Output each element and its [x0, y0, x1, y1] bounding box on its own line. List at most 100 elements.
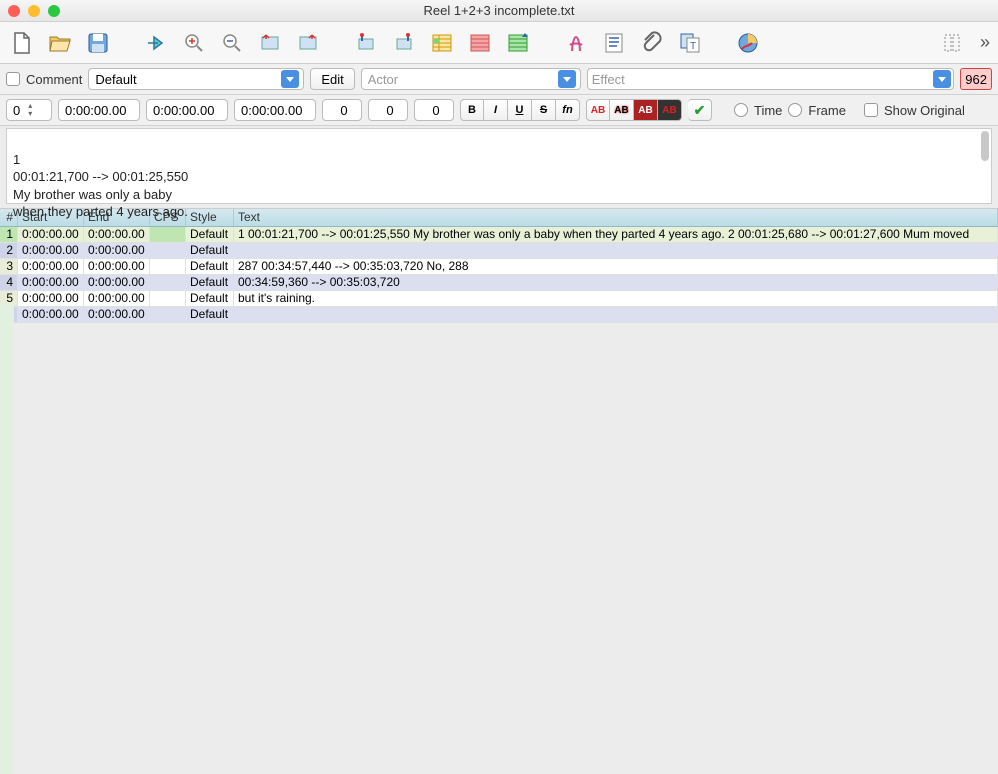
table-cell: 287 00:34:57,440 --> 00:35:03,720 No, 28… [234, 259, 998, 274]
sort-lines-button[interactable] [504, 29, 532, 57]
col-style[interactable]: Style [186, 209, 234, 226]
col-text[interactable]: Text [234, 209, 998, 226]
bold-button[interactable]: B [460, 99, 484, 121]
secondary-color-button[interactable]: AB [610, 99, 634, 121]
subtitle-grid: # Start End CPS Style Text 10:00:00.000:… [0, 208, 998, 323]
close-icon[interactable] [8, 5, 20, 17]
margin-l-input[interactable]: 0 [322, 99, 362, 121]
toolbar-overflow-icon[interactable]: » [980, 32, 990, 53]
table-cell: 0:00:00.00 [18, 259, 84, 274]
window-title: Reel 1+2+3 incomplete.txt [0, 3, 998, 18]
shift-times-button[interactable] [466, 29, 494, 57]
table-row[interactable]: 50:00:00.000:00:00.00Defaultbut it's rai… [0, 291, 998, 307]
timing-row: 0▴▾ 0:00:00.00 0:00:00.00 0:00:00.00 0 0… [0, 95, 998, 126]
toggle-tags-button[interactable] [938, 29, 966, 57]
commit-button[interactable]: ✔ [688, 99, 712, 121]
dropdown-arrow-icon [558, 70, 576, 88]
table-cell: 00:34:59,360 --> 00:35:03,720 [234, 275, 998, 290]
shadow-color-button[interactable]: AB [658, 99, 682, 121]
actor-placeholder: Actor [368, 72, 398, 87]
styles-manager-button[interactable] [600, 29, 628, 57]
edit-row: Comment Default Edit Actor Effect 962 [0, 64, 998, 95]
effect-input[interactable]: Effect [587, 68, 955, 90]
italic-button[interactable]: I [484, 99, 508, 121]
table-cell [234, 243, 998, 258]
table-cell: 2 [0, 243, 18, 258]
outline-color-button[interactable]: AB [634, 99, 658, 121]
table-row[interactable]: 60:00:00.000:00:00.00Default [0, 307, 998, 323]
frame-radio[interactable] [788, 103, 802, 117]
primary-color-button[interactable]: AB [586, 99, 610, 121]
fonts-collector-button[interactable]: T [676, 29, 704, 57]
margin-r-input[interactable]: 0 [368, 99, 408, 121]
layer-input[interactable]: 0▴▾ [6, 99, 52, 121]
table-cell: 0:00:00.00 [18, 227, 84, 242]
end-time-input[interactable]: 0:00:00.00 [146, 99, 228, 121]
table-cell [150, 243, 186, 258]
format-buttons: B I U S fn [460, 99, 580, 121]
time-radio[interactable] [734, 103, 748, 117]
table-row[interactable]: 40:00:00.000:00:00.00Default00:34:59,360… [0, 275, 998, 291]
comment-checkbox[interactable] [6, 72, 20, 86]
table-cell: 0:00:00.00 [18, 275, 84, 290]
snap-start-button[interactable] [352, 29, 380, 57]
table-cell: 0:00:00.00 [84, 307, 150, 322]
left-gutter [0, 304, 14, 774]
window-controls [8, 5, 60, 17]
table-cell: 0:00:00.00 [84, 227, 150, 242]
table-row[interactable]: 30:00:00.000:00:00.00Default287 00:34:57… [0, 259, 998, 275]
duration-input[interactable]: 0:00:00.00 [234, 99, 316, 121]
show-original-label: Show Original [884, 103, 965, 118]
table-row[interactable]: 10:00:00.000:00:00.00Default1 00:01:21,7… [0, 227, 998, 243]
effect-placeholder: Effect [592, 72, 625, 87]
actor-select[interactable]: Actor [361, 68, 581, 90]
automation-button[interactable] [734, 29, 762, 57]
time-label: Time [754, 103, 782, 118]
styling-assistant-button[interactable] [562, 29, 590, 57]
table-cell [150, 227, 186, 242]
table-cell: 0:00:00.00 [84, 259, 150, 274]
dropdown-arrow-icon [933, 70, 951, 88]
edit-style-button[interactable]: Edit [310, 68, 354, 90]
table-cell: 0:00:00.00 [84, 243, 150, 258]
save-file-button[interactable] [84, 29, 112, 57]
table-row[interactable]: 20:00:00.000:00:00.00Default [0, 243, 998, 259]
subtitle-textarea[interactable]: 1 00:01:21,700 --> 00:01:25,550 My broth… [6, 128, 992, 204]
table-cell [150, 307, 186, 322]
zoom-out-button[interactable] [218, 29, 246, 57]
table-cell: 1 [0, 227, 18, 242]
char-count-badge: 962 [960, 68, 992, 90]
margin-v-input[interactable]: 0 [414, 99, 454, 121]
table-cell: Default [186, 307, 234, 322]
table-cell: Default [186, 227, 234, 242]
open-file-button[interactable] [46, 29, 74, 57]
jump-button[interactable] [142, 29, 170, 57]
jump-end-button[interactable] [294, 29, 322, 57]
scrollbar-thumb[interactable] [981, 131, 989, 161]
snap-end-button[interactable] [390, 29, 418, 57]
strike-button[interactable]: S [532, 99, 556, 121]
minimize-icon[interactable] [28, 5, 40, 17]
comment-label: Comment [26, 72, 82, 87]
jump-start-button[interactable] [256, 29, 284, 57]
table-cell: 0:00:00.00 [18, 243, 84, 258]
style-select-value: Default [95, 72, 136, 87]
titlebar: Reel 1+2+3 incomplete.txt [0, 0, 998, 22]
start-time-input[interactable]: 0:00:00.00 [58, 99, 140, 121]
zoom-icon[interactable] [48, 5, 60, 17]
zoom-in-button[interactable] [180, 29, 208, 57]
font-name-button[interactable]: fn [556, 99, 580, 121]
underline-button[interactable]: U [508, 99, 532, 121]
table-cell: Default [186, 291, 234, 306]
style-select[interactable]: Default [88, 68, 304, 90]
subtitle-text-content: 1 00:01:21,700 --> 00:01:25,550 My broth… [13, 152, 188, 220]
select-lines-button[interactable] [428, 29, 456, 57]
new-file-button[interactable] [8, 29, 36, 57]
color-buttons: AB AB AB AB [586, 99, 682, 121]
dropdown-arrow-icon [281, 70, 299, 88]
table-cell: 0:00:00.00 [18, 291, 84, 306]
table-cell: Default [186, 275, 234, 290]
show-original-checkbox[interactable] [864, 103, 878, 117]
attachments-button[interactable] [638, 29, 666, 57]
table-cell: but it's raining. [234, 291, 998, 306]
